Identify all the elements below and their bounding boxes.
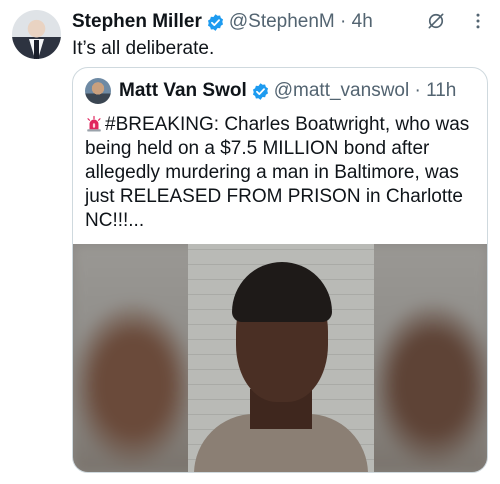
mugshot-image[interactable] bbox=[73, 244, 487, 472]
tweet-text: It’s all deliberate. bbox=[72, 38, 215, 59]
tweet-header: Stephen Miller @StephenM · 4h bbox=[72, 11, 488, 33]
quoted-author-name[interactable]: Matt Van Swol bbox=[119, 80, 247, 102]
quoted-tweet-text-body: #BREAKING: Charles Boatwright, who was b… bbox=[85, 114, 470, 231]
grok-icon[interactable] bbox=[426, 11, 446, 31]
author-name[interactable]: Stephen Miller bbox=[72, 11, 202, 33]
quoted-tweet-card[interactable]: Matt Van Swol @matt_vanswol · 11h #BREAK… bbox=[72, 67, 488, 473]
author-avatar[interactable] bbox=[12, 10, 61, 59]
mugshot-photo bbox=[188, 244, 374, 472]
more-options-icon[interactable] bbox=[468, 11, 488, 31]
author-handle-time[interactable]: @StephenM · 4h bbox=[229, 11, 373, 33]
quoted-tweet-text: #BREAKING: Charles Boatwright, who was b… bbox=[85, 113, 481, 233]
verified-badge-icon bbox=[207, 13, 223, 31]
quoted-author-avatar[interactable] bbox=[85, 78, 111, 104]
quoted-tweet-header: Matt Van Swol @matt_vanswol · 11h bbox=[85, 78, 456, 104]
siren-icon bbox=[87, 115, 101, 132]
verified-badge-icon bbox=[252, 82, 268, 100]
quoted-author-handle-time[interactable]: @matt_vanswol · 11h bbox=[274, 80, 457, 102]
